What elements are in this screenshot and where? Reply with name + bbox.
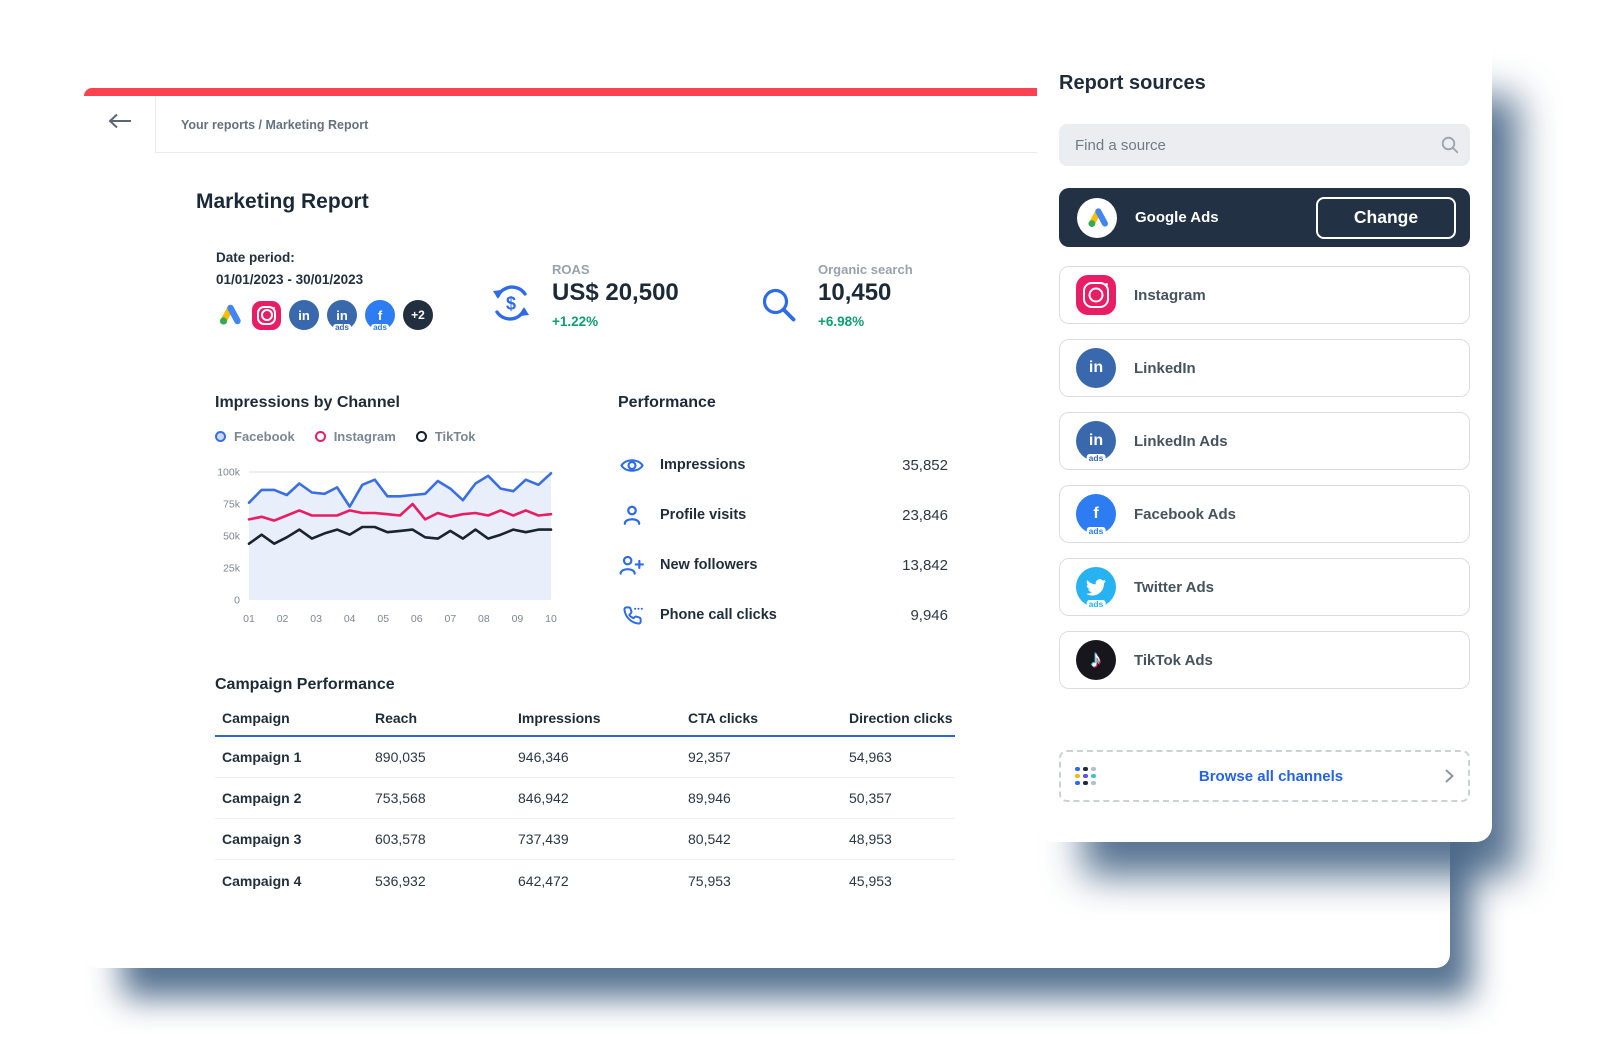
svg-text:75k: 75k [223, 499, 241, 511]
table-row: Campaign 1 890,035 946,346 92,357 54,963 [215, 737, 955, 778]
organic-search-delta: +6.98% [818, 314, 865, 329]
campaign-table: Campaign Reach Impressions CTA clicks Di… [215, 710, 955, 901]
organic-search-value: 10,450 [818, 279, 892, 306]
source-row-facebook-ads[interactable]: f ads Facebook Ads [1059, 485, 1470, 543]
find-source-input[interactable] [1059, 124, 1470, 166]
legend-item-tiktok[interactable]: TikTok [415, 429, 476, 444]
impressions-chart: 0 25k 50k 75k 100k 01 02 03 04 05 06 07 08 09 10 [205, 460, 557, 633]
source-row-tiktok-ads[interactable]: ♪ TikTok Ads [1059, 631, 1470, 689]
eye-icon [618, 456, 646, 475]
person-icon [618, 505, 646, 526]
svg-text:10: 10 [545, 613, 557, 625]
table-row: Campaign 2 753,568 846,942 89,946 50,357 [215, 778, 955, 819]
sources-panel-title: Report sources [1059, 72, 1206, 94]
twitter-ads-icon: ads [1076, 567, 1116, 609]
svg-text:25k: 25k [223, 563, 241, 575]
svg-text:100k: 100k [217, 467, 241, 479]
performance-row-new-followers: New followers 13,842 [618, 540, 948, 590]
legend-item-facebook[interactable]: Facebook [215, 429, 295, 444]
performance-list: Impressions 35,852 Profile visits 23,846 [618, 440, 948, 640]
google-ads-icon [1077, 197, 1117, 238]
linkedin-icon: in [289, 300, 319, 330]
linkedin-ads-icon: in ads [327, 300, 357, 333]
svg-text:07: 07 [444, 613, 456, 625]
dollar-sync-icon: $ [490, 282, 532, 329]
source-row-linkedin[interactable]: in LinkedIn [1059, 339, 1470, 397]
search-icon [760, 286, 798, 329]
roas-value: US$ 20,500 [552, 279, 679, 306]
instagram-icon [252, 300, 281, 330]
source-row-instagram[interactable]: Instagram [1059, 266, 1470, 324]
svg-text:05: 05 [377, 613, 389, 625]
change-source-button[interactable]: Change [1316, 196, 1456, 239]
page-title: Marketing Report [196, 190, 369, 213]
table-row: Campaign 3 603,578 737,439 80,542 48,953 [215, 819, 955, 860]
svg-text:04: 04 [344, 613, 356, 625]
svg-text:01: 01 [243, 613, 255, 625]
svg-text:08: 08 [478, 613, 490, 625]
performance-row-profile-visits: Profile visits 23,846 [618, 490, 948, 540]
facebook-ads-icon: f ads [365, 300, 395, 333]
connected-sources-avatars: in in ads f ads +2 [214, 300, 433, 333]
roas-delta: +1.22% [552, 314, 599, 329]
organic-search-label: Organic search [818, 262, 913, 277]
legend-item-instagram[interactable]: Instagram [314, 429, 396, 444]
channels-grid-icon [1075, 766, 1097, 786]
table-row: Campaign 4 536,932 642,472 75,953 45,953 [222, 872, 892, 889]
svg-text:50k: 50k [223, 531, 241, 543]
chevron-right-icon [1445, 769, 1454, 783]
svg-text:02: 02 [277, 613, 289, 625]
person-plus-icon [618, 555, 646, 576]
date-period-value: 01/01/2023 - 30/01/2023 [216, 272, 364, 287]
google-ads-icon [219, 304, 241, 325]
search-icon [1441, 136, 1459, 159]
breadcrumb[interactable]: Your reports / Marketing Report [181, 118, 368, 132]
chart-section-title: Impressions by Channel [215, 394, 400, 411]
campaign-table-header: Campaign Reach Impressions CTA clicks Di… [215, 710, 955, 737]
tiktok-series-marker [415, 431, 427, 442]
svg-text:06: 06 [411, 613, 423, 625]
phone-icon [618, 604, 646, 627]
arrow-left-icon [108, 113, 131, 129]
svg-text:03: 03 [310, 613, 322, 625]
date-period-label: Date period: [216, 250, 295, 265]
performance-row-impressions: Impressions 35,852 [618, 440, 948, 490]
source-row-linkedin-ads[interactable]: in ads LinkedIn Ads [1059, 412, 1470, 470]
chart-legend: Facebook Instagram TikTok [215, 429, 476, 444]
back-button[interactable] [106, 112, 136, 136]
roas-label: ROAS [552, 262, 590, 277]
facebook-series-marker [215, 431, 226, 442]
selected-source-label: Google Ads [1135, 209, 1219, 226]
more-sources-badge[interactable]: +2 [403, 300, 433, 330]
campaign-table-title: Campaign Performance [215, 676, 395, 693]
performance-title: Performance [618, 394, 716, 411]
report-sources-panel: Report sources Google Ads Change Instagr… [1037, 42, 1492, 842]
performance-row-phone-call-clicks: Phone call clicks 9,946 [618, 590, 948, 640]
impressions-chart-svg: 0 25k 50k 75k 100k 01 02 03 04 05 06 07 08 09 10 [217, 467, 557, 626]
facebook-ads-icon: f ads [1076, 494, 1116, 536]
linkedin-ads-icon: in ads [1076, 421, 1116, 463]
browse-all-channels-label: Browse all channels [1198, 767, 1344, 785]
browse-all-channels[interactable]: Browse all channels [1059, 750, 1470, 802]
linkedin-icon: in [1076, 348, 1116, 388]
instagram-icon [1076, 275, 1116, 315]
source-row-google-ads-selected[interactable]: Google Ads Change [1059, 188, 1470, 247]
svg-text:09: 09 [512, 613, 524, 625]
tiktok-ads-icon: ♪ [1076, 640, 1116, 680]
source-row-twitter-ads[interactable]: ads Twitter Ads [1059, 558, 1470, 616]
svg-text:$: $ [506, 294, 516, 314]
svg-text:0: 0 [234, 595, 240, 607]
instagram-series-marker [314, 431, 326, 442]
